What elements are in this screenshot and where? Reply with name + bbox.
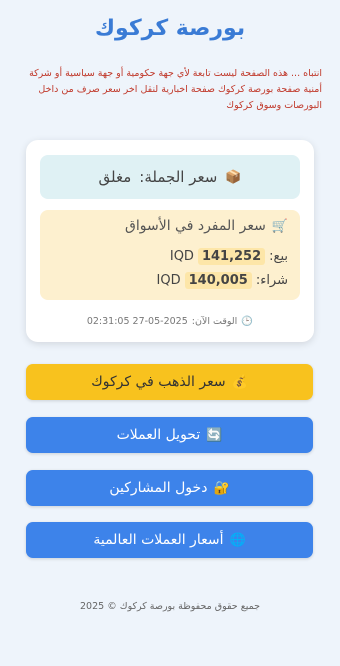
copyright-footer: جميع حقوق محفوظة بورصة كركوك © 2025: [80, 601, 260, 612]
sell-currency: IQD: [156, 273, 181, 288]
current-time: 🕒 الوقت الآن: 02:31:05 27-05-2025: [26, 316, 314, 327]
buy-value: 141,252: [197, 248, 266, 265]
package-icon: 📦: [225, 169, 242, 185]
wholesale-status: مغلق: [98, 168, 132, 186]
time-value: 02:31:05 27-05-2025: [86, 316, 188, 327]
members-login-button[interactable]: 🔐 دخول المشاركين: [26, 470, 313, 506]
gold-price-label: سعر الذهب في كركوك: [91, 374, 226, 390]
sell-row: شراء: 140,005 IQD: [157, 272, 288, 289]
buy-label: بيع:: [269, 249, 288, 264]
members-login-label: دخول المشاركين: [109, 480, 208, 496]
world-currencies-button[interactable]: 🌐 أسعار العملات العالمية: [26, 522, 313, 558]
exchange-icon: 🔄: [206, 427, 223, 443]
wholesale-label: سعر الجملة:: [139, 168, 218, 186]
buy-row: بيع: 141,252 IQD: [170, 248, 288, 265]
currency-exchange-button[interactable]: 🔄 تحويل العملات: [26, 417, 313, 453]
time-label: الوقت الآن:: [191, 316, 238, 327]
money-bag-icon: 💰: [231, 374, 248, 390]
clock-icon: 🕒: [241, 316, 254, 327]
lock-icon: 🔐: [213, 480, 230, 496]
retail-header: 🛒 سعر المفرد في الأسواق: [125, 218, 288, 234]
sell-value: 140,005: [184, 272, 252, 289]
world-currencies-label: أسعار العملات العالمية: [93, 532, 224, 548]
page-title: بورصة كركوك: [94, 16, 246, 41]
gold-price-button[interactable]: 💰 سعر الذهب في كركوك: [26, 364, 313, 400]
cart-icon: 🛒: [271, 218, 288, 234]
disclaimer-text: انتباه ... هذه الصفحة ليست تابعة لأي جهة…: [29, 68, 322, 111]
price-card: 📦 سعر الجملة: مغلق 🛒 سعر المفرد في الأسو…: [26, 140, 314, 342]
retail-label: سعر المفرد في الأسواق: [125, 218, 266, 234]
retail-price-box: 🛒 سعر المفرد في الأسواق بيع: 141,252 IQD…: [40, 210, 300, 300]
globe-icon: 🌐: [229, 532, 246, 548]
buy-currency: IQD: [169, 249, 194, 264]
wholesale-price-box: 📦 سعر الجملة: مغلق: [40, 155, 300, 199]
currency-exchange-label: تحويل العملات: [116, 427, 201, 443]
sell-label: شراء:: [255, 273, 288, 288]
